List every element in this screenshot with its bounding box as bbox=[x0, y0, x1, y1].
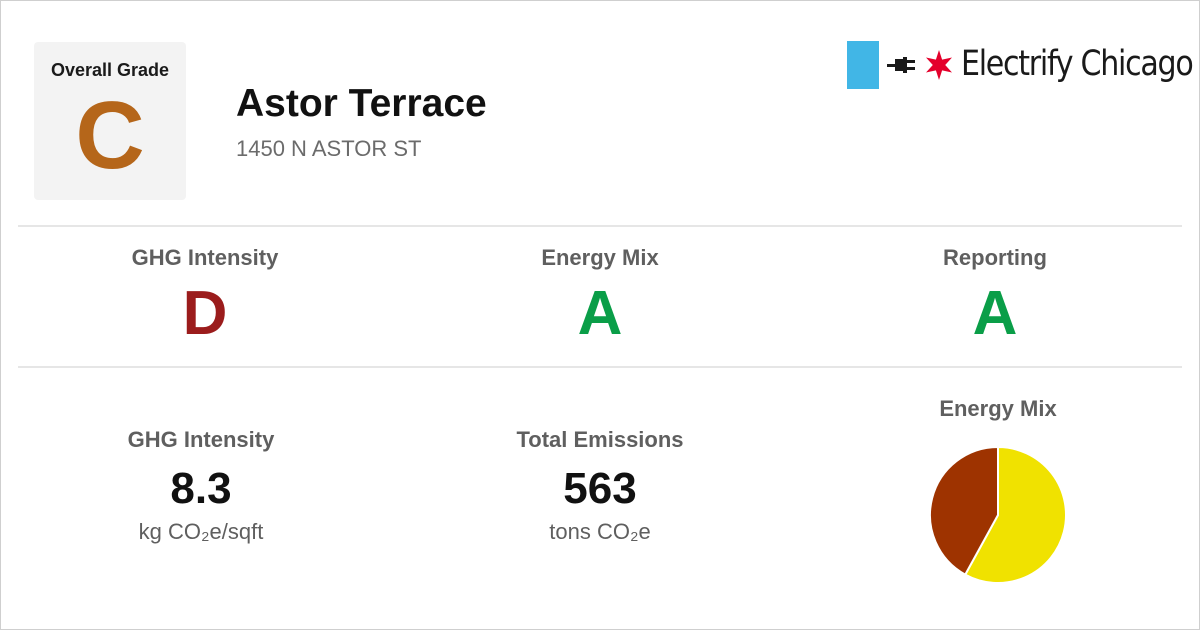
logo-blue-square bbox=[847, 41, 879, 89]
stat-value: 563 bbox=[563, 464, 637, 513]
energy-mix-chart-title: Energy Mix bbox=[939, 396, 1057, 421]
chicago-star-icon bbox=[926, 50, 952, 80]
logo-text: Electrify Chicago bbox=[961, 44, 1194, 84]
building-address: 1450 N ASTOR ST bbox=[236, 136, 422, 161]
grade-label: GHG Intensity bbox=[131, 245, 279, 270]
stat-label: GHG Intensity bbox=[127, 427, 275, 452]
stat-unit: kg CO₂e/sqft bbox=[138, 519, 264, 544]
building-name: Astor Terrace bbox=[236, 82, 487, 125]
grade-ghg-intensity: GHG Intensity D bbox=[45, 245, 365, 345]
grade-energy-mix: Energy Mix A bbox=[440, 245, 760, 345]
plug-icon bbox=[887, 57, 915, 73]
stat-value: 8.3 bbox=[170, 464, 232, 513]
overall-grade-box: Overall Grade C bbox=[34, 42, 186, 200]
grade-label: Energy Mix bbox=[541, 245, 659, 270]
grade-reporting: Reporting A bbox=[835, 245, 1155, 345]
electrify-chicago-logo[interactable]: Electrify Chicago bbox=[847, 40, 1194, 90]
stat-label: Total Emissions bbox=[516, 427, 684, 452]
grade-letter: A bbox=[577, 279, 623, 348]
divider-middle bbox=[18, 366, 1182, 368]
energy-mix-chart-title-wrap: Energy Mix bbox=[838, 396, 1158, 422]
grade-label: Reporting bbox=[943, 245, 1047, 270]
grade-letter: D bbox=[182, 279, 228, 348]
grade-letter: A bbox=[972, 279, 1018, 348]
energy-mix-pie-chart bbox=[928, 445, 1068, 585]
pie-svg bbox=[928, 445, 1067, 584]
stat-total-emissions: Total Emissions 563 tons CO₂e bbox=[440, 427, 760, 545]
stat-ghg-intensity: GHG Intensity 8.3 kg CO₂e/sqft bbox=[41, 427, 361, 545]
overall-grade-label: Overall Grade bbox=[50, 60, 170, 80]
stat-unit: tons CO₂e bbox=[549, 519, 651, 544]
divider-top bbox=[18, 225, 1182, 227]
overall-grade-letter: C bbox=[75, 82, 145, 189]
